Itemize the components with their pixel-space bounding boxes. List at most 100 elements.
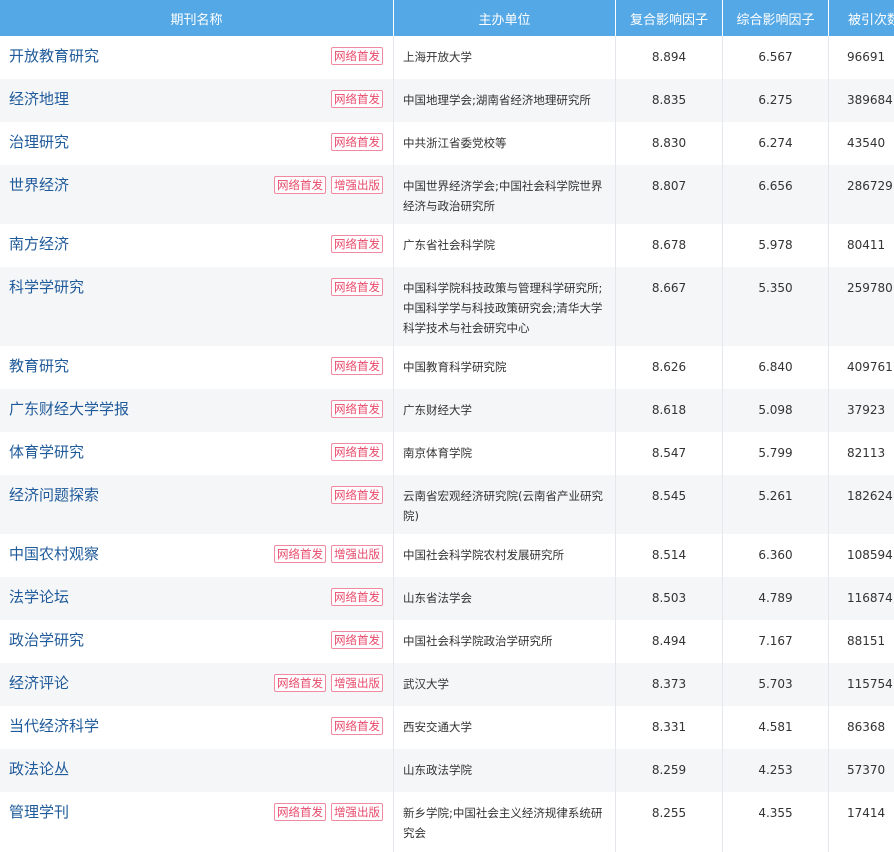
sponsor-unit: 新乡学院;中国社会主义经济规律系统研究会 [394, 792, 616, 852]
citation-count: 108594 [847, 548, 893, 562]
enhanced-publication-badge[interactable]: 增强出版 [331, 545, 383, 563]
composite-impact-factor: 8.678 [616, 224, 723, 267]
comprehensive-impact-factor: 6.567 [723, 36, 829, 79]
enhanced-publication-badge[interactable]: 增强出版 [331, 176, 383, 194]
header-citation-count[interactable]: 被引次数 [829, 0, 894, 36]
badge-group: 网络首发 [331, 47, 383, 79]
journal-name-link[interactable]: 政法论丛 [9, 759, 69, 792]
journal-name-link[interactable]: 中国农村观察 [9, 544, 99, 577]
table-header: 期刊名称 主办单位 复合影响因子 综合影响因子 被引次数 [0, 0, 894, 36]
online-first-badge[interactable]: 网络首发 [331, 443, 383, 461]
online-first-badge[interactable]: 网络首发 [331, 47, 383, 65]
sponsor-unit: 上海开放大学 [394, 36, 616, 79]
journal-name-link[interactable]: 治理研究 [9, 132, 69, 165]
header-composite-impact-factor[interactable]: 复合影响因子 [616, 0, 723, 36]
journal-name-cell: 教育研究 网络首发 [0, 346, 394, 389]
journal-name-link[interactable]: 教育研究 [9, 356, 69, 389]
badge-group: 网络首发 [331, 357, 383, 389]
comprehensive-impact-factor: 6.840 [723, 346, 829, 389]
journal-name-link[interactable]: 开放教育研究 [9, 46, 99, 79]
composite-impact-factor: 8.618 [616, 389, 723, 432]
sponsor-unit: 云南省宏观经济研究院(云南省产业研究院) [394, 475, 616, 534]
journal-name-link[interactable]: 管理学刊 [9, 802, 69, 852]
journal-name-cell: 广东财经大学学报 网络首发 [0, 389, 394, 432]
header-comprehensive-impact-factor[interactable]: 综合影响因子 [723, 0, 829, 36]
online-first-badge[interactable]: 网络首发 [331, 486, 383, 504]
online-first-badge[interactable]: 网络首发 [274, 176, 326, 194]
table-row: 教育研究 网络首发 中国教育科学研究院 8.626 6.840 409761 [0, 346, 894, 389]
badge-group: 网络首发 [331, 133, 383, 165]
comprehensive-impact-factor: 4.581 [723, 706, 829, 749]
online-first-badge[interactable]: 网络首发 [331, 133, 383, 151]
journal-name-link[interactable]: 南方经济 [9, 234, 69, 267]
online-first-badge[interactable]: 网络首发 [331, 631, 383, 649]
badge-group: 网络首发 [331, 443, 383, 475]
journal-name-link[interactable]: 政治学研究 [9, 630, 84, 663]
journal-name-cell: 政治学研究 网络首发 [0, 620, 394, 663]
citation-count: 86368 [847, 720, 886, 734]
sponsor-unit: 山东省法学会 [394, 577, 616, 620]
journal-name-link[interactable]: 科学学研究 [9, 277, 84, 346]
online-first-badge[interactable]: 网络首发 [331, 90, 383, 108]
table-row: 管理学刊 网络首发 增强出版 新乡学院;中国社会主义经济规律系统研究会 8.255 4.3… [0, 792, 894, 852]
comprehensive-impact-factor: 4.789 [723, 577, 829, 620]
badge-group: 网络首发 [331, 400, 383, 432]
badge-group: 网络首发 [331, 631, 383, 663]
citation-count: 82113 [847, 446, 886, 460]
table-body: 开放教育研究 网络首发 上海开放大学 8.894 6.567 96691 经济地理 网络首发中… [0, 36, 894, 852]
badge-group: 网络首发 增强出版 [274, 545, 383, 577]
journal-name-cell: 经济问题探索 网络首发 [0, 475, 394, 534]
citation-count: 37923 [847, 403, 886, 417]
sponsor-unit: 中国社会科学院政治学研究所 [394, 620, 616, 663]
online-first-badge[interactable]: 网络首发 [331, 400, 383, 418]
journal-name-link[interactable]: 广东财经大学学报 [9, 399, 129, 432]
enhanced-publication-badge[interactable]: 增强出版 [331, 674, 383, 692]
online-first-badge[interactable]: 网络首发 [331, 278, 383, 296]
comprehensive-impact-factor: 5.261 [723, 475, 829, 534]
online-first-badge[interactable]: 网络首发 [274, 545, 326, 563]
composite-impact-factor: 8.626 [616, 346, 723, 389]
comprehensive-impact-factor: 6.275 [723, 79, 829, 122]
journal-name-cell: 政法论丛 [0, 749, 394, 792]
composite-impact-factor: 8.835 [616, 79, 723, 122]
header-journal-name[interactable]: 期刊名称 [0, 0, 394, 36]
journal-name-link[interactable]: 法学论坛 [9, 587, 69, 620]
composite-impact-factor: 8.514 [616, 534, 723, 577]
online-first-badge[interactable]: 网络首发 [331, 235, 383, 253]
journal-name-link[interactable]: 经济评论 [9, 673, 69, 706]
online-first-badge[interactable]: 网络首发 [274, 674, 326, 692]
journal-name-cell: 法学论坛 网络首发 [0, 577, 394, 620]
comprehensive-impact-factor: 6.656 [723, 165, 829, 224]
badge-group: 网络首发 [331, 90, 383, 122]
online-first-badge[interactable]: 网络首发 [331, 717, 383, 735]
table-row: 广东财经大学学报 网络首发 广东财经大学 8.618 5.098 37923 [0, 389, 894, 432]
enhanced-publication-badge[interactable]: 增强出版 [331, 803, 383, 821]
badge-group: 网络首发 增强出版 [274, 803, 383, 852]
journal-name-cell: 经济地理 网络首发 [0, 79, 394, 122]
online-first-badge[interactable]: 网络首发 [274, 803, 326, 821]
online-first-badge[interactable]: 网络首发 [331, 357, 383, 375]
journal-name-link[interactable]: 经济地理 [9, 89, 69, 122]
online-first-badge[interactable]: 网络首发 [331, 588, 383, 606]
journal-name-link[interactable]: 当代经济科学 [9, 716, 99, 749]
composite-impact-factor: 8.545 [616, 475, 723, 534]
composite-impact-factor: 8.255 [616, 792, 723, 852]
journal-name-cell: 治理研究 网络首发 [0, 122, 394, 165]
badge-group: 网络首发 增强出版 [274, 674, 383, 706]
table-row: 开放教育研究 网络首发 上海开放大学 8.894 6.567 96691 [0, 36, 894, 79]
citation-count: 286729 [847, 179, 893, 193]
journal-name-link[interactable]: 经济问题探索 [9, 485, 99, 534]
badge-group: 网络首发 [331, 588, 383, 620]
composite-impact-factor: 8.331 [616, 706, 723, 749]
citation-count: 182624 [847, 489, 893, 503]
composite-impact-factor: 8.373 [616, 663, 723, 706]
header-sponsor-unit[interactable]: 主办单位 [394, 0, 616, 36]
journal-name-link[interactable]: 体育学研究 [9, 442, 84, 475]
journal-name-link[interactable]: 世界经济 [9, 175, 69, 224]
table-row: 中国农村观察 网络首发 增强出版 中国社会科学院农村发展研究所 8.514 6.360 10… [0, 534, 894, 577]
table-row: 当代经济科学 网络首发 西安交通大学 8.331 4.581 86368 [0, 706, 894, 749]
comprehensive-impact-factor: 7.167 [723, 620, 829, 663]
sponsor-unit: 中共浙江省委党校等 [394, 122, 616, 165]
sponsor-unit: 中国教育科学研究院 [394, 346, 616, 389]
sponsor-unit: 中国世界经济学会;中国社会科学院世界经济与政治研究所 [394, 165, 616, 224]
